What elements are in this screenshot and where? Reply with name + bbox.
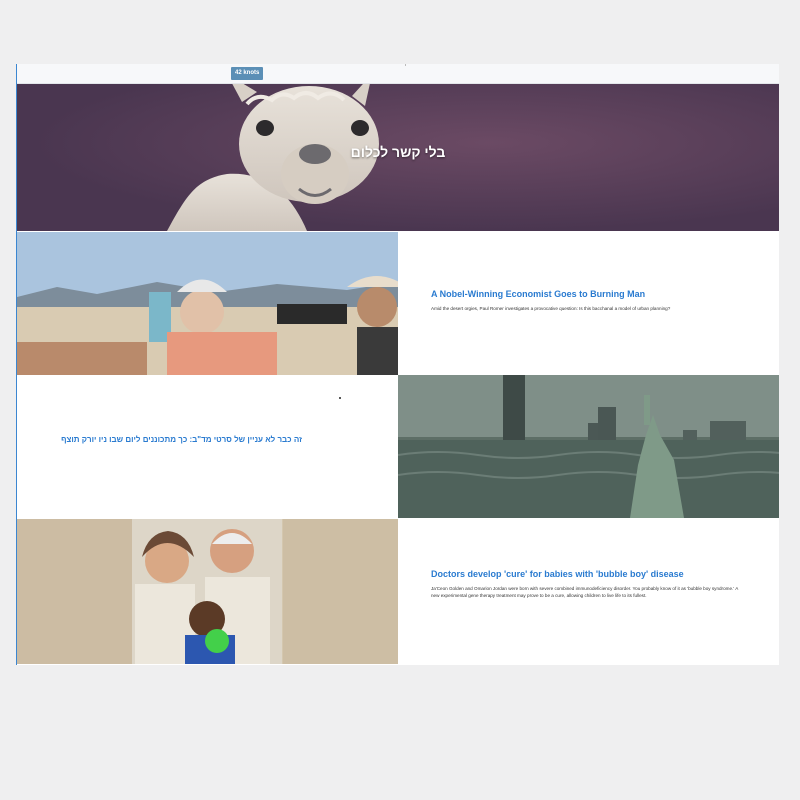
- burning-man-image[interactable]: [17, 232, 398, 375]
- knots-badge[interactable]: 42 knots: [231, 67, 264, 80]
- article-card-3[interactable]: Doctors develop 'cure' for babies with '…: [398, 519, 779, 664]
- hero-banner: בלי קשר לכלום: [17, 84, 779, 231]
- article-title[interactable]: Doctors develop 'cure' for babies with '…: [431, 569, 761, 580]
- hero-title: בלי קשר לכלום: [350, 144, 446, 160]
- cursor-dot: [339, 397, 341, 399]
- article-title[interactable]: A Nobel-Winning Economist Goes to Burnin…: [431, 289, 761, 300]
- flooded-ny-image[interactable]: [398, 375, 779, 518]
- top-toolbar: 42 knots: [17, 64, 779, 84]
- article-row-1[interactable]: A Nobel-Winning Economist Goes to Burnin…: [17, 232, 779, 375]
- board-page: 42 knots בלי קשר לכלום A Nobel-Winning E…: [16, 64, 779, 665]
- article-description: Ja'Ceon Golden and Omarion Jordan were b…: [431, 586, 739, 598]
- article-card-1[interactable]: A Nobel-Winning Economist Goes to Burnin…: [398, 232, 779, 375]
- bubble-boy-image[interactable]: [17, 519, 398, 664]
- article-title[interactable]: זה כבר לא עניין של סרטי מד"ב: כך מתכונני…: [61, 435, 302, 444]
- article-row-2[interactable]: זה כבר לא עניין של סרטי מד"ב: כך מתכונני…: [17, 375, 779, 518]
- toolbar-marker: [405, 64, 406, 66]
- article-description: Amid the desert orgies, Paul Romer inves…: [431, 306, 671, 311]
- article-row-3[interactable]: Doctors develop 'cure' for babies with '…: [17, 519, 779, 664]
- article-card-2[interactable]: זה כבר לא עניין של סרטי מד"ב: כך מתכונני…: [17, 375, 398, 518]
